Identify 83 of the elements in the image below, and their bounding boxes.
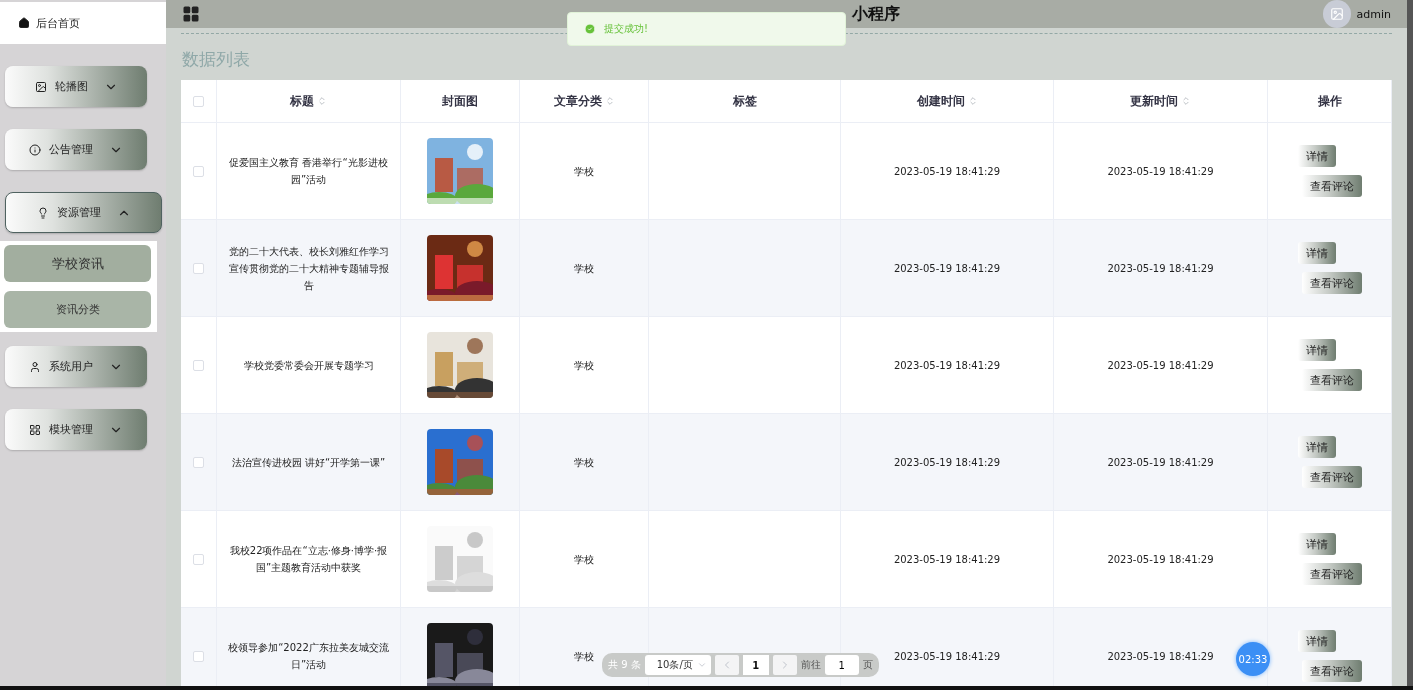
sidebar-item[interactable]: 系统用户: [5, 346, 147, 387]
table-cell-text: 我校22项作品在“立志·修身·博学·报国”主题教育活动中获奖: [228, 544, 389, 575]
sort-icon[interactable]: [604, 96, 615, 106]
table-cell-text: 2023-05-19 18:41:29: [1107, 455, 1214, 470]
sort-icon[interactable]: [967, 96, 978, 106]
page-title: 数据列表: [181, 48, 251, 71]
page-size-select[interactable]: 10条/页: [644, 655, 711, 675]
column-header: 封面图: [442, 92, 478, 110]
user-name[interactable]: admin: [1356, 7, 1391, 21]
user-icon: [29, 360, 41, 373]
info-icon: [29, 143, 41, 156]
table-cell-text: 2023-05-19 18:41:29: [1107, 649, 1214, 664]
sort-icon[interactable]: [317, 96, 327, 106]
goto-suffix: 页: [862, 658, 873, 672]
checkbox[interactable]: [193, 165, 204, 177]
chevron-down-icon: [696, 660, 707, 670]
checkbox[interactable]: [193, 456, 204, 468]
comments-button[interactable]: 查看评论: [1301, 660, 1362, 682]
table-cell-text: 2023-05-19 18:41:29: [893, 261, 1001, 276]
table-cell-text: 党的二十大代表、校长刘雅红作学习宣传贯彻党的二十大精神专题辅导报告: [227, 244, 390, 293]
table-cell-text: 校领导参加“2022广东拉美友城交流日”活动: [227, 641, 390, 672]
comments-button[interactable]: 查看评论: [1301, 272, 1362, 294]
page-number[interactable]: 1: [742, 655, 769, 675]
prev-page-button[interactable]: [714, 655, 739, 675]
table-cell-text: 2023-05-19 18:41:29: [1107, 358, 1214, 373]
submenu-item[interactable]: 资讯分类: [4, 291, 151, 328]
table-cell-text: 2023-05-19 18:41:29: [893, 358, 1001, 373]
table-cell-text: 学校: [574, 164, 594, 179]
table-cell-text: 2023-05-19 18:41:29: [1107, 261, 1214, 276]
details-button[interactable]: 详情: [1297, 339, 1336, 361]
next-page-button[interactable]: [772, 655, 797, 675]
table-cell-text: 2023-05-19 18:41:29: [1107, 552, 1214, 567]
details-button[interactable]: 详情: [1297, 242, 1336, 264]
details-button[interactable]: 详情: [1297, 630, 1336, 652]
success-icon: [584, 23, 596, 35]
checkbox[interactable]: [193, 262, 204, 274]
app-title: 小程序: [851, 3, 902, 25]
table-cell-text: 2023-05-19 18:41:29: [893, 552, 1001, 567]
details-button[interactable]: 详情: [1297, 533, 1336, 555]
column-header[interactable]: 更新时间: [1130, 92, 1178, 110]
table-cell-text: 促爱国主义教育 香港举行“光影进校园”活动: [228, 156, 389, 187]
checkbox[interactable]: [193, 650, 204, 662]
table-cell-text: 2023-05-19 18:41:29: [893, 455, 1001, 470]
table-cell-text: 学校: [574, 358, 594, 373]
sort-icon[interactable]: [1181, 96, 1191, 106]
sidebar-item[interactable]: 公告管理: [5, 129, 147, 170]
sidebar-item[interactable]: 资源管理: [5, 192, 162, 233]
table-cell-text: 2023-05-19 18:41:29: [893, 164, 1001, 179]
checkbox[interactable]: [193, 359, 204, 371]
avatar[interactable]: [1322, 0, 1351, 28]
table-cell-text: 学校: [574, 261, 594, 276]
column-header[interactable]: 创建时间: [916, 92, 965, 110]
comments-button[interactable]: 查看评论: [1301, 175, 1362, 197]
sidebar-item[interactable]: 轮播图: [5, 66, 147, 107]
checkbox[interactable]: [193, 95, 204, 107]
column-header: 标签: [732, 92, 757, 110]
menu-icon[interactable]: [182, 5, 200, 23]
table-cell-text: 学校: [574, 649, 594, 664]
goto-page-field[interactable]: 1: [824, 655, 859, 675]
submenu-item[interactable]: 学校资讯: [4, 245, 151, 282]
lightbulb-icon: [36, 206, 49, 219]
table-cell-text: 学校党委常委会开展专题学习: [243, 358, 374, 373]
column-header: 操作: [1317, 92, 1342, 110]
comments-button[interactable]: 查看评论: [1301, 466, 1362, 488]
goto-label: 前往: [800, 658, 821, 672]
table-cell-text: 学校: [574, 455, 594, 470]
comments-button[interactable]: 查看评论: [1301, 563, 1362, 585]
image-icon: [34, 80, 47, 93]
grid-icon: [29, 423, 41, 436]
table-cell-text: 2023-05-19 18:41:29: [893, 649, 1001, 664]
table-cell-text: 学校: [574, 552, 594, 567]
sidebar-item[interactable]: 后台首页: [0, 2, 166, 44]
checkbox[interactable]: [193, 553, 204, 565]
comments-button[interactable]: 查看评论: [1301, 369, 1362, 391]
table-cell-text: 法治宣传进校园 讲好“开学第一课”: [231, 455, 386, 470]
details-button[interactable]: 详情: [1297, 145, 1336, 167]
table-cell-text: 2023-05-19 18:41:29: [1107, 164, 1214, 179]
column-header[interactable]: 文章分类: [553, 92, 602, 110]
details-button[interactable]: 详情: [1297, 436, 1336, 458]
toast-message: 提交成功!: [604, 22, 648, 36]
sidebar-item[interactable]: 模块管理: [5, 409, 147, 450]
home-icon: [18, 17, 30, 29]
column-header[interactable]: 标题: [290, 92, 314, 110]
